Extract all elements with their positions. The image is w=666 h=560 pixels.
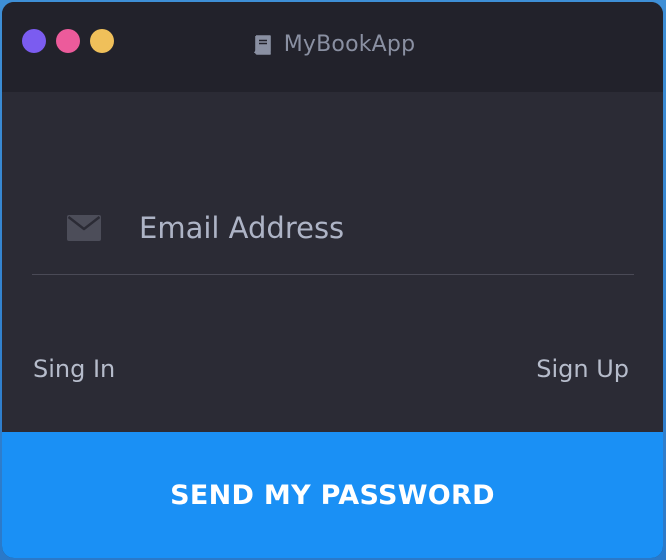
email-field — [32, 198, 634, 275]
send-password-button[interactable]: SEND MY PASSWORD — [2, 432, 663, 558]
envelope-icon — [67, 215, 101, 241]
book-icon — [253, 34, 271, 55]
title-bar: MyBookApp — [2, 2, 663, 92]
sign-up-link[interactable]: Sign Up — [536, 355, 629, 383]
email-input[interactable] — [139, 203, 619, 253]
app-window: MyBookApp Sing In Sign Up SEND MY PASSWO… — [2, 2, 663, 558]
window-title-group: MyBookApp — [2, 32, 663, 57]
sign-in-link[interactable]: Sing In — [33, 355, 115, 383]
window-title: MyBookApp — [283, 32, 416, 57]
